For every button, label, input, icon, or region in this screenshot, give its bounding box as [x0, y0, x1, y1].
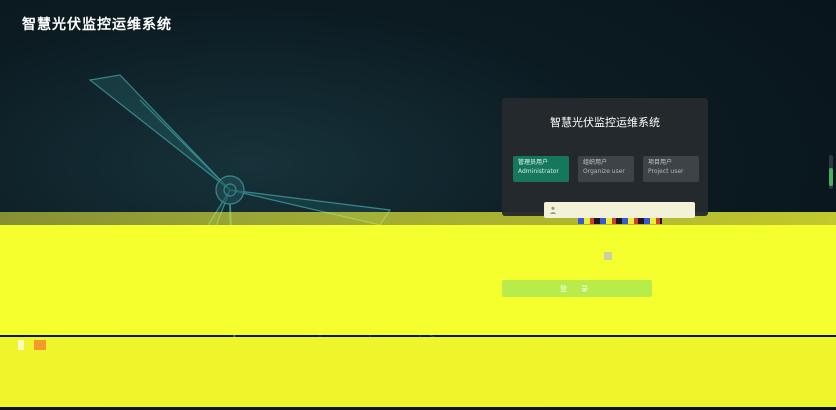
glitch-artifact — [34, 340, 46, 350]
role-label-zh: 管理员用户 — [518, 159, 549, 166]
user-icon — [549, 206, 557, 214]
role-label-en: Organize user — [583, 168, 625, 175]
role-tab-project-user[interactable]: 项目用户 Project user — [643, 156, 699, 182]
username-input[interactable] — [544, 202, 695, 218]
role-tab-administrator[interactable]: 管理员用户 Administrator — [513, 156, 569, 182]
role-label-zh: 组织用户 — [583, 159, 608, 166]
glitch-artifact — [604, 252, 612, 260]
role-label-en: Project user — [648, 168, 684, 175]
app-title: 智慧光伏监控运维系统 — [22, 17, 172, 33]
glitch-artifact — [18, 340, 24, 350]
login-panel-title: 智慧光伏监控运维系统 — [550, 116, 660, 129]
role-tab-organize-user[interactable]: 组织用户 Organize user — [578, 156, 634, 182]
scrollbar-thumb[interactable] — [829, 168, 833, 186]
glitch-artifact — [0, 337, 836, 407]
role-label-en: Administrator — [518, 168, 559, 175]
role-label-zh: 项目用户 — [648, 159, 673, 166]
glitch-artifact — [0, 225, 836, 335]
glitch-artifact — [0, 212, 836, 226]
login-panel: 智慧光伏监控运维系统 管理员用户 Administrator 组织用户 Orga… — [502, 98, 708, 216]
login-page: 智慧光伏监控运维系统 智慧光伏监控运维系统 管理员用户 Administrato… — [0, 0, 836, 410]
login-button[interactable]: 登 录 — [502, 280, 652, 297]
